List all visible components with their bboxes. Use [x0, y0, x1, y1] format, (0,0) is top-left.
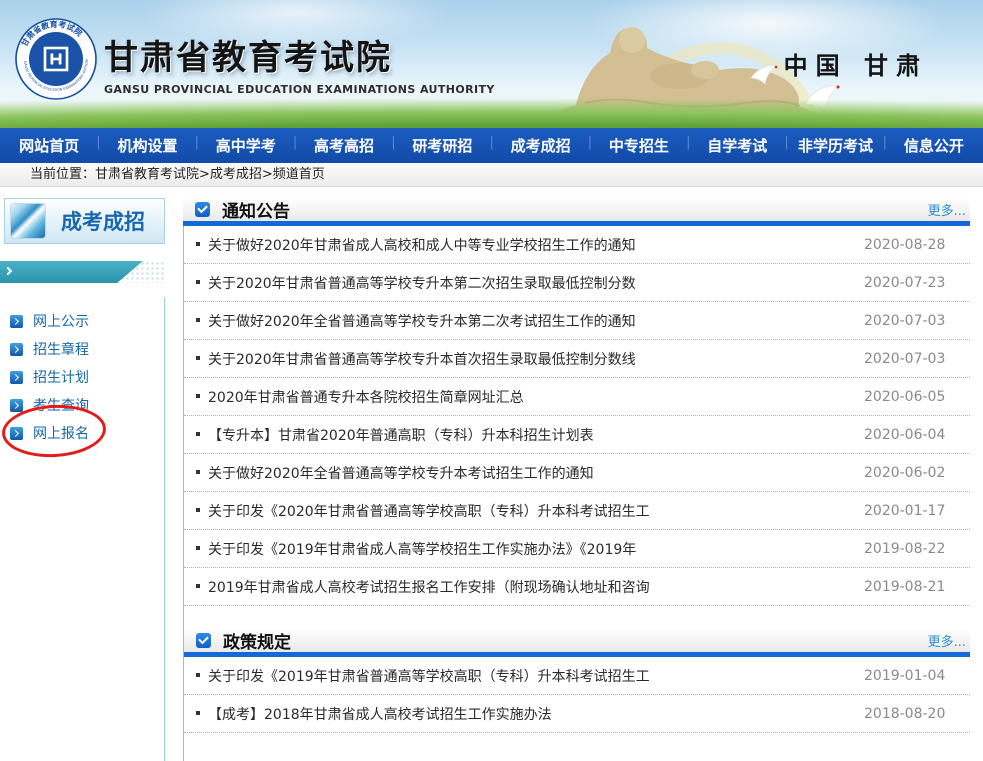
news-row: 关于印发《2020年甘肃省普通高等学校高职（专科）升本科考试招生工 2020-0… — [184, 492, 970, 530]
news-date: 2020-06-02 — [864, 465, 964, 481]
main-nav: 网站首页 机构设置 高中学考 高考高招 研考研招 成考成招 中专招生 自学考试 … — [0, 128, 983, 163]
sidebar-menu: 网上公示 招生章程 招生计划 考生查询 网上报名 — [0, 297, 165, 761]
nav-link-non-degree[interactable]: 非学历考试 — [798, 137, 873, 155]
news-link[interactable]: 关于2020年甘肃省普通高等学校专升本第二次招生录取最低控制分数 — [196, 273, 864, 293]
nav-link-org[interactable]: 机构设置 — [117, 137, 177, 155]
news-link[interactable]: 2019年甘肃省成人高校考试招生报名工作安排（附现场确认地址和咨询 — [196, 577, 864, 597]
news-link[interactable]: 【成考】2018年甘肃省成人高校考试招生工作实施办法 — [196, 704, 864, 724]
site-logo-icon[interactable]: 甘肃省教育考试院 GANSU PROVINCIAL EDUCATION EXAM… — [14, 17, 98, 101]
news-date: 2020-06-04 — [864, 427, 964, 443]
nav-item-vocational[interactable]: 中专招生 — [590, 135, 688, 156]
section-title: 通知公告 — [222, 197, 290, 222]
news-row: 关于2020年甘肃省普通高等学校专升本首次招生录取最低控制分数线 2020-07… — [184, 340, 970, 378]
sidebar-item-label: 招生章程 — [33, 339, 89, 359]
news-date: 2019-08-21 — [864, 579, 964, 595]
news-link[interactable]: 关于印发《2019年甘肃省普通高等学校高职（专科）升本科考试招生工 — [196, 666, 864, 686]
nav-link-home[interactable]: 网站首页 — [19, 137, 79, 155]
nav-item-adult-exam[interactable]: 成考成招 — [491, 135, 589, 156]
site-title: 甘肃省教育考试院 — [104, 30, 495, 79]
news-row: 关于印发《2019年甘肃省普通高等学校高职（专科）升本科考试招生工 2019-0… — [184, 657, 970, 695]
section-body: 关于做好2020年甘肃省成人高校和成人中等专业学校招生工作的通知 2020-08… — [183, 226, 970, 761]
section-header-policies: 政策规定 更多... — [184, 629, 970, 657]
sidebar-item-candidate-query[interactable]: 考生查询 — [10, 391, 164, 419]
nav-link-vocational[interactable]: 中专招生 — [609, 137, 669, 155]
nav-item-highschool-exam[interactable]: 高中学考 — [197, 135, 295, 156]
news-row: 关于做好2020年全省普通高等学校专升本第二次考试招生工作的通知 2020-07… — [184, 302, 970, 340]
news-row: 关于做好2020年甘肃省成人高校和成人中等专业学校招生工作的通知 2020-08… — [184, 226, 970, 264]
arrow-right-icon — [10, 371, 23, 384]
news-date: 2019-08-22 — [864, 541, 964, 557]
page: 甘肃省教育考试院 GANSU PROVINCIAL EDUCATION EXAM… — [0, 0, 983, 761]
news-date: 2020-07-03 — [864, 351, 964, 367]
section-title: 政策规定 — [223, 628, 291, 653]
nav-link-gaokao[interactable]: 高考高招 — [314, 137, 374, 155]
news-row: 关于2020年甘肃省普通高等学校专升本第二次招生录取最低控制分数 2020-07… — [184, 264, 970, 302]
news-date: 2019-01-04 — [864, 668, 964, 684]
sidebar-divider-bar — [0, 261, 165, 283]
nav-link-adult-exam[interactable]: 成考成招 — [511, 137, 571, 155]
checkbox-icon — [196, 633, 211, 648]
news-link[interactable]: 关于印发《2019年甘肃省成人高等学校招生工作实施办法》《2019年 — [196, 539, 864, 559]
breadcrumb-bar: 当前位置：甘肃省教育考试院>成考成招>频道首页 — [0, 163, 983, 187]
news-date: 2020-01-17 — [864, 503, 964, 519]
nav-link-self-study[interactable]: 自学考试 — [707, 137, 767, 155]
news-link[interactable]: 关于印发《2020年甘肃省普通高等学校高职（专科）升本科考试招生工 — [196, 501, 864, 521]
sidebar-item-label: 招生计划 — [33, 367, 89, 387]
checkbox-icon — [195, 202, 210, 217]
sidebar-item-admission-charter[interactable]: 招生章程 — [10, 335, 164, 363]
news-date: 2020-08-28 — [864, 237, 964, 253]
nav-item-home[interactable]: 网站首页 — [0, 135, 98, 156]
sidebar-title: 成考成招 — [61, 206, 145, 236]
main-content: 通知公告 更多... 关于做好2020年甘肃省成人高校和成人中等专业学校招生工作… — [183, 198, 970, 761]
sidebar: 成考成招 网上公示 招生章程 招生计划 — [0, 198, 165, 761]
news-date: 2018-08-20 — [864, 706, 964, 722]
grass-decoration — [0, 98, 983, 128]
nav-item-info-disclosure[interactable]: 信息公开 — [885, 135, 983, 156]
more-link-notices[interactable]: 更多... — [928, 200, 966, 219]
region-label: 中国 甘肃 — [784, 46, 928, 81]
nav-item-gaokao[interactable]: 高考高招 — [295, 135, 393, 156]
sidebar-item-online-registration[interactable]: 网上报名 — [10, 419, 164, 447]
news-link[interactable]: 【专升本】甘肃省2020年普通高职（专科）升本科招生计划表 — [196, 425, 864, 445]
books-icon — [10, 203, 46, 239]
breadcrumb: 当前位置：甘肃省教育考试院>成考成招>频道首页 — [30, 167, 325, 182]
arrow-right-icon — [10, 315, 23, 328]
sidebar-item-label: 网上公示 — [33, 311, 89, 331]
content-layout: 成考成招 网上公示 招生章程 招生计划 — [0, 187, 983, 761]
news-row: 【专升本】甘肃省2020年普通高职（专科）升本科招生计划表 2020-06-04 — [184, 416, 970, 454]
news-date: 2020-06-05 — [864, 389, 964, 405]
more-link-policies[interactable]: 更多... — [928, 631, 966, 650]
news-link[interactable]: 2020年甘肃省普通专升本各院校招生简章网址汇总 — [196, 387, 864, 407]
news-row: 2020年甘肃省普通专升本各院校招生简章网址汇总 2020-06-05 — [184, 378, 970, 416]
news-row: 关于做好2020年全省普通高等学校专升本考试招生工作的通知 2020-06-02 — [184, 454, 970, 492]
sidebar-item-online-publicity[interactable]: 网上公示 — [10, 307, 164, 335]
news-link[interactable]: 关于做好2020年全省普通高等学校专升本第二次考试招生工作的通知 — [196, 311, 864, 331]
news-link[interactable]: 关于做好2020年全省普通高等学校专升本考试招生工作的通知 — [196, 463, 864, 483]
nav-item-org[interactable]: 机构设置 — [98, 135, 196, 156]
sidebar-item-label: 考生查询 — [33, 395, 89, 415]
nav-link-highschool-exam[interactable]: 高中学考 — [216, 137, 276, 155]
news-date: 2020-07-23 — [864, 275, 964, 291]
sidebar-item-label: 网上报名 — [33, 423, 89, 443]
site-subtitle: GANSU PROVINCIAL EDUCATION EXAMINATIONS … — [104, 83, 495, 96]
site-header: 甘肃省教育考试院 GANSU PROVINCIAL EDUCATION EXAM… — [0, 0, 983, 128]
nav-link-postgrad[interactable]: 研考研招 — [412, 137, 472, 155]
nav-item-self-study[interactable]: 自学考试 — [688, 135, 786, 156]
nav-item-non-degree[interactable]: 非学历考试 — [786, 135, 884, 156]
news-link[interactable]: 关于2020年甘肃省普通高等学校专升本首次招生录取最低控制分数线 — [196, 349, 864, 369]
arrow-right-icon — [10, 399, 23, 412]
news-row: 2019年甘肃省成人高校考试招生报名工作安排（附现场确认地址和咨询 2019-0… — [184, 568, 970, 606]
sidebar-header: 成考成招 — [4, 198, 165, 244]
news-row: 【成考】2018年甘肃省成人高校考试招生工作实施办法 2018-08-20 — [184, 695, 970, 733]
divider-bar-fill — [0, 261, 143, 283]
news-date: 2020-07-03 — [864, 313, 964, 329]
nav-item-postgrad[interactable]: 研考研招 — [393, 135, 491, 156]
news-link[interactable]: 关于做好2020年甘肃省成人高校和成人中等专业学校招生工作的通知 — [196, 235, 864, 255]
nav-link-info-disclosure[interactable]: 信息公开 — [904, 137, 964, 155]
section-header-notices: 通知公告 更多... — [183, 198, 970, 226]
arrow-right-icon — [10, 427, 23, 440]
sidebar-item-admission-plan[interactable]: 招生计划 — [10, 363, 164, 391]
news-row: 关于印发《2019年甘肃省成人高等学校招生工作实施办法》《2019年 2019-… — [184, 530, 970, 568]
arrow-right-icon — [10, 343, 23, 356]
